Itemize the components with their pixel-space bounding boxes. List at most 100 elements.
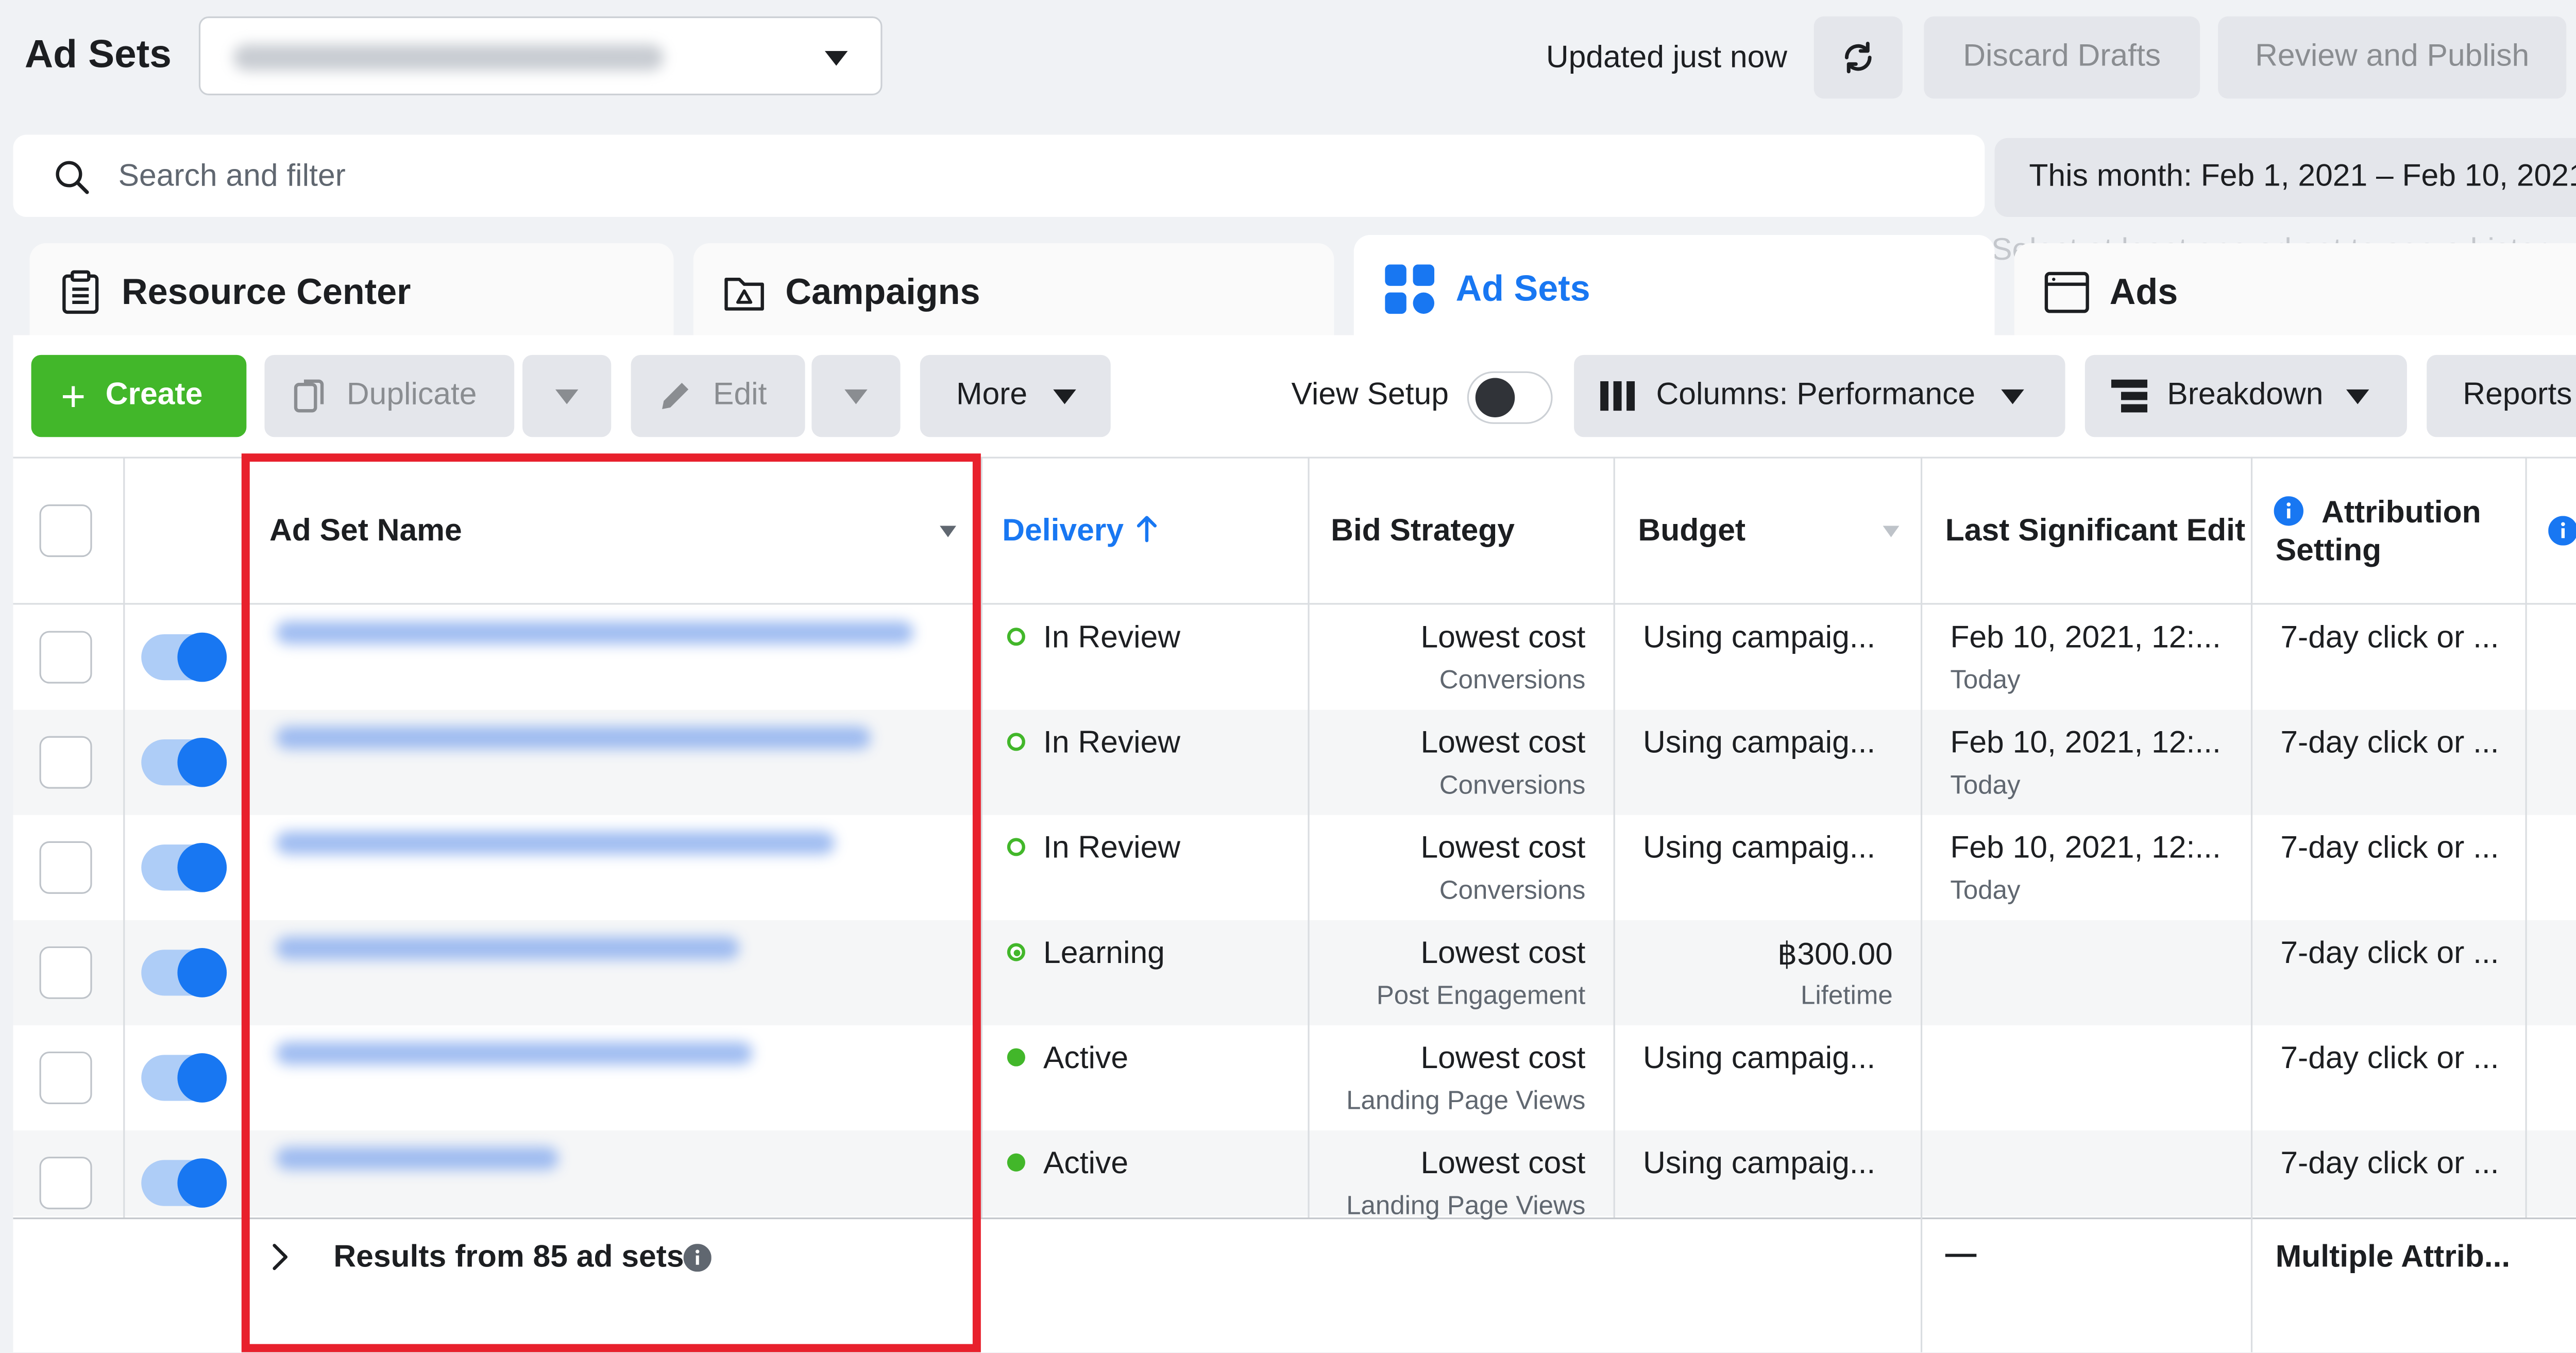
footer-last-edit: —: [1945, 1237, 1977, 1272]
refresh-button[interactable]: [1814, 16, 1903, 99]
row-checkbox[interactable]: [39, 841, 92, 894]
bid-strategy: Lowest cost: [1420, 936, 1586, 971]
toggle-knob: [177, 842, 227, 892]
updated-status: Updated just now: [1546, 41, 1788, 76]
bid-strategy-type: Landing Page Views: [1346, 1193, 1586, 1221]
duplicate-button[interactable]: Duplicate: [264, 354, 515, 437]
highlight-box: [241, 453, 981, 1352]
row-checkbox[interactable]: [39, 736, 92, 789]
chevron-down-icon: [1054, 388, 1077, 403]
search-icon: [56, 161, 89, 194]
toggle-knob: [1475, 378, 1515, 418]
sort-ascending-icon: [1137, 516, 1157, 543]
edit-dropdown-button[interactable]: [811, 354, 901, 437]
chevron-down-icon: [824, 50, 848, 66]
attribution-setting: 7-day click or ...: [2280, 621, 2499, 656]
tab-resource-center[interactable]: Resource Center: [29, 243, 674, 342]
tab-ad-sets[interactable]: Ad Sets: [1353, 235, 1995, 344]
columns-button[interactable]: Columns: Performance: [1574, 354, 2065, 437]
ad-set-toggle[interactable]: [141, 1158, 227, 1208]
delivery-status-icon: [1007, 943, 1025, 961]
budget-value: Using campaig...: [1643, 621, 1876, 656]
date-range-label: This month: Feb 1, 2021 – Feb 10, 2021: [2029, 159, 2576, 194]
bid-strategy-type: Conversions: [1439, 877, 1586, 906]
tab-campaigns[interactable]: Campaigns: [693, 243, 1334, 342]
more-button[interactable]: More: [920, 354, 1111, 437]
attribution-setting: 7-day click or ...: [2280, 1146, 2499, 1181]
toggle-knob: [177, 632, 227, 682]
info-icon[interactable]: [2548, 516, 2576, 546]
bid-strategy-type: Landing Page Views: [1346, 1088, 1586, 1116]
plus-icon: +: [60, 371, 86, 421]
budget-type: Lifetime: [1801, 983, 1893, 1011]
clipboard-icon: [59, 269, 102, 315]
attribution-setting: 7-day click or ...: [2280, 1041, 2499, 1076]
edit-label: Edit: [713, 378, 767, 413]
budget-value: Using campaig...: [1643, 1041, 1876, 1076]
search-input[interactable]: Search and filter: [13, 134, 1985, 217]
ad-set-toggle[interactable]: [141, 632, 227, 682]
delivery-status: Active: [1043, 1146, 1129, 1181]
tab-label: Ad Sets: [1455, 267, 1590, 309]
bid-strategy: Lowest cost: [1420, 831, 1586, 866]
breakdown-icon: [2111, 379, 2148, 413]
date-range-picker[interactable]: This month: Feb 1, 2021 – Feb 10, 2021: [1994, 138, 2576, 217]
create-label: Create: [105, 378, 203, 413]
review-publish-button[interactable]: Review and Publish: [2218, 16, 2567, 99]
ads-manager: Ad Sets Updated just now Discard Drafts …: [0, 0, 2576, 1352]
last-edit-date: Feb 10, 2021, 12:...: [1950, 726, 2221, 761]
delivery-status: In Review: [1043, 621, 1181, 656]
attribution-setting: 7-day click or ...: [2280, 936, 2499, 971]
row-checkbox[interactable]: [39, 1157, 92, 1210]
bid-strategy: Lowest cost: [1420, 726, 1586, 761]
bid-strategy-type: Conversions: [1439, 667, 1586, 695]
footer-attribution: Multiple Attrib...: [2275, 1240, 2511, 1275]
column-header-budget[interactable]: Budget: [1638, 514, 1745, 550]
column-header-attribution[interactable]: Attribution Setting: [2276, 495, 2505, 570]
delivery-status-icon: [1007, 838, 1025, 856]
bid-strategy: Lowest cost: [1420, 1146, 1586, 1181]
column-header-last-edit[interactable]: Last Significant Edit: [1945, 514, 2245, 550]
select-all-checkbox[interactable]: [39, 504, 92, 557]
refresh-icon: [1844, 42, 1872, 74]
ad-set-toggle[interactable]: [141, 1053, 227, 1103]
view-setup-toggle[interactable]: [1467, 371, 1553, 424]
budget-value: ฿300.00: [1777, 938, 1893, 973]
last-edit-date: Feb 10, 2021, 12:...: [1950, 831, 2221, 866]
duplicate-dropdown-button[interactable]: [522, 354, 612, 437]
row-checkbox[interactable]: [39, 946, 92, 999]
chevron-down-icon: [2346, 388, 2369, 403]
account-selector[interactable]: [198, 16, 883, 95]
grid-icon: [1383, 263, 1436, 315]
delivery-status: In Review: [1043, 831, 1181, 866]
sort-caret-icon[interactable]: [1883, 526, 1900, 537]
column-header-delivery[interactable]: Delivery: [1002, 514, 1157, 550]
ad-set-toggle[interactable]: [141, 842, 227, 892]
discard-drafts-button[interactable]: Discard Drafts: [1924, 16, 2200, 99]
toggle-knob: [177, 948, 227, 997]
window-icon: [2044, 271, 2090, 314]
divider: [123, 456, 125, 1218]
bid-strategy-type: Conversions: [1439, 772, 1586, 801]
divider: [1308, 456, 1310, 1218]
chevron-down-icon: [555, 388, 579, 403]
row-checkbox[interactable]: [39, 631, 92, 684]
edit-button[interactable]: Edit: [631, 354, 805, 437]
row-checkbox[interactable]: [39, 1051, 92, 1105]
tab-ads[interactable]: Ads: [2014, 243, 2576, 342]
chevron-down-icon: [2002, 388, 2025, 403]
budget-value: Using campaig...: [1643, 1146, 1876, 1181]
pencil-icon: [662, 383, 689, 410]
budget-value: Using campaig...: [1643, 831, 1876, 866]
reports-button[interactable]: Reports: [2427, 354, 2576, 437]
page-title: Ad Sets: [24, 32, 172, 77]
divider: [2250, 456, 2253, 1352]
delivery-status: Active: [1043, 1041, 1129, 1076]
attribution-setting: 7-day click or ...: [2280, 726, 2499, 761]
ad-set-toggle[interactable]: [141, 948, 227, 997]
create-button[interactable]: + Create: [31, 354, 247, 437]
breakdown-button[interactable]: Breakdown: [2084, 354, 2407, 437]
columns-icon: [1600, 381, 1635, 411]
ad-set-toggle[interactable]: [141, 737, 227, 787]
column-header-bid-strategy[interactable]: Bid Strategy: [1331, 514, 1515, 550]
